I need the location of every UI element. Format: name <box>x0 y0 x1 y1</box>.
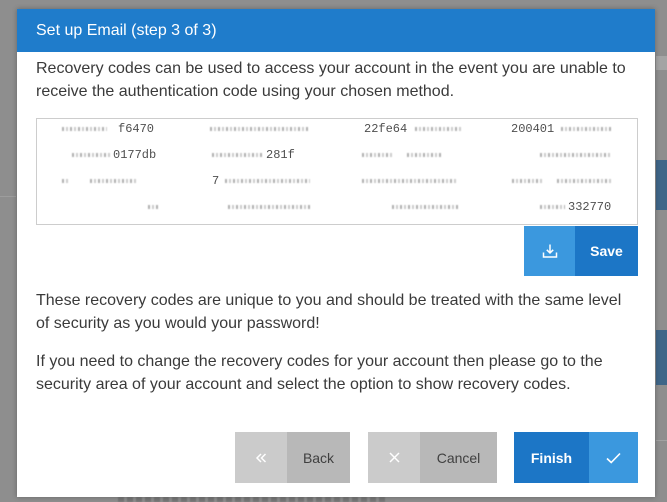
security-notice: These recovery codes are unique to you a… <box>36 292 622 332</box>
background-page-fragment <box>118 497 388 502</box>
finish-icon-area[interactable] <box>589 432 638 483</box>
redacted-code-mark <box>392 205 460 209</box>
redacted-code-mark <box>407 153 442 157</box>
redacted-code-mark <box>362 179 458 183</box>
redacted-code-mark <box>415 127 461 131</box>
cancel-button-label[interactable]: Cancel <box>420 432 497 483</box>
finish-button-label[interactable]: Finish <box>514 432 589 483</box>
recovery-code-fragment: 332770 <box>568 200 612 214</box>
recovery-code-fragment: 281f <box>266 148 295 162</box>
redacted-code-mark <box>210 127 310 131</box>
background-page-fragment <box>656 330 667 385</box>
redacted-code-mark <box>62 127 107 131</box>
back-icon-area[interactable] <box>235 432 287 483</box>
redacted-code-mark <box>362 153 392 157</box>
redacted-code-mark <box>72 153 110 157</box>
redacted-code-mark <box>561 127 611 131</box>
redacted-code-mark <box>557 179 612 183</box>
finish-button[interactable]: Finish <box>514 432 638 483</box>
save-button-label[interactable]: Save <box>575 226 638 276</box>
close-icon <box>388 452 400 463</box>
recovery-code-fragment: 200401 <box>511 122 555 136</box>
cancel-icon-area[interactable] <box>368 432 420 483</box>
redacted-code-mark <box>540 205 565 209</box>
recovery-code-fragment: f6470 <box>118 122 155 136</box>
setup-email-dialog: Set up Email (step 3 of 3) Recovery code… <box>17 9 655 497</box>
redacted-code-mark <box>62 179 70 183</box>
redacted-code-mark <box>540 153 612 157</box>
recovery-code-fragment: 22fe64 <box>364 122 408 136</box>
download-icon <box>542 244 557 258</box>
change-codes-info: If you need to change the recovery codes… <box>36 353 603 393</box>
background-page-fragment <box>0 196 16 197</box>
cancel-button[interactable]: Cancel <box>368 432 497 483</box>
double-chevron-left-icon <box>255 452 267 463</box>
redacted-code-mark <box>225 179 310 183</box>
background-page-fragment <box>656 440 667 441</box>
background-page-fragment <box>656 160 667 210</box>
redacted-code-mark <box>512 179 542 183</box>
redacted-code-mark <box>212 153 262 157</box>
dialog-title: Set up Email (step 3 of 3) <box>36 22 217 39</box>
save-button[interactable]: Save <box>524 226 638 276</box>
redacted-code-mark <box>228 205 310 209</box>
back-button-label[interactable]: Back <box>287 432 350 483</box>
back-button[interactable]: Back <box>235 432 350 483</box>
dialog-header: Set up Email (step 3 of 3) <box>17 9 655 52</box>
recovery-code-fragment: 0177db <box>113 148 157 162</box>
recovery-codes-intro: Recovery codes can be used to access you… <box>36 60 626 100</box>
recovery-codes-box: f6470 22fe64 200401 0177db 281f 7 332770 <box>36 118 638 225</box>
redacted-code-mark <box>148 205 160 209</box>
save-icon-area[interactable] <box>524 226 575 276</box>
check-icon <box>606 452 621 464</box>
background-page-fragment <box>656 56 667 70</box>
recovery-code-fragment: 7 <box>212 174 220 188</box>
redacted-code-mark <box>90 179 138 183</box>
